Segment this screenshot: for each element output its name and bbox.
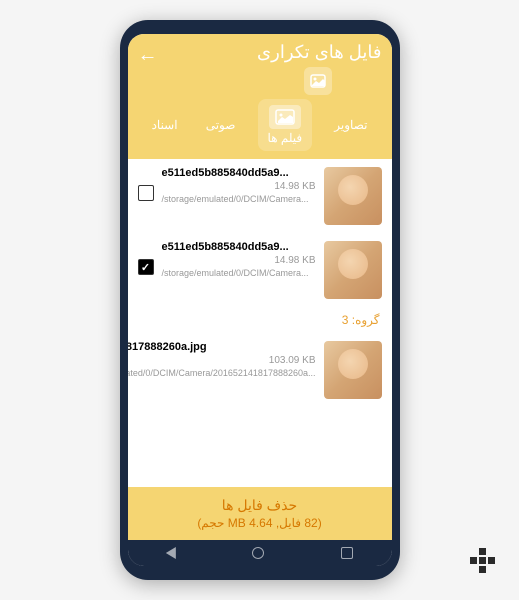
file-info: e511ed5b885840dd5a9... 14.98 KB /storage…: [162, 241, 316, 280]
tab-audio[interactable]: صوتی: [200, 114, 242, 136]
file-list[interactable]: e511ed5b885840dd5a9... 14.98 KB /storage…: [128, 159, 392, 487]
category-tabs: تصاویر فیلم ها صوتی اسناد: [138, 95, 382, 159]
file-name: e511ed5b885840dd5a9...: [162, 241, 316, 253]
tab-documents[interactable]: اسناد: [146, 114, 184, 136]
file-checkbox[interactable]: [138, 185, 154, 201]
tab-label: صوتی: [206, 118, 236, 132]
android-nav-bar: [128, 540, 392, 566]
video-icon: [269, 105, 301, 129]
gallery-icon: [304, 67, 332, 95]
delete-footer[interactable]: حذف فایل ها (82 فایل, MB 4.64 حجم): [128, 487, 392, 540]
group-label: گروه: 3: [128, 307, 392, 333]
file-path: /storage/emulated/0/DCIM/Camera...: [162, 194, 316, 206]
file-size: 103.09 KB: [128, 355, 316, 366]
app-header: ← فایل های تکراری تصاویر فیلم ها صوتی: [128, 34, 392, 159]
file-size: 14.98 KB: [162, 181, 316, 192]
nav-back-icon[interactable]: [166, 547, 176, 559]
tab-videos[interactable]: فیلم ها: [258, 99, 313, 151]
file-size: 14.98 KB: [162, 255, 316, 266]
brand-logo: [459, 540, 499, 580]
tab-label: تصاویر: [334, 118, 367, 132]
tab-label: اسناد: [152, 118, 178, 132]
delete-summary: (82 فایل, MB 4.64 حجم): [138, 516, 382, 530]
file-name: 20165214181788826­0a.jpg: [128, 341, 316, 353]
tab-images[interactable]: تصاویر: [328, 114, 373, 136]
file-info: e511ed5b885840dd5a9... 14.98 KB /storage…: [162, 167, 316, 206]
file-checkbox[interactable]: [138, 259, 154, 275]
file-item[interactable]: e511ed5b885840dd5a9... 14.98 KB /storage…: [128, 159, 392, 233]
delete-button-label: حذف فایل ها: [138, 497, 382, 514]
file-thumbnail: [324, 341, 382, 399]
page-title: فایل های تکراری: [257, 42, 381, 63]
back-icon[interactable]: ←: [138, 44, 158, 67]
file-thumbnail: [324, 241, 382, 299]
phone-screen: ← فایل های تکراری تصاویر فیلم ها صوتی: [128, 34, 392, 566]
file-path: /storage/emulated/0/DCIM/Camera/20165214…: [128, 368, 316, 380]
file-name: e511ed5b885840dd5a9...: [162, 167, 316, 179]
phone-frame: ← فایل های تکراری تصاویر فیلم ها صوتی: [120, 20, 400, 580]
file-info: 20165214181788826­0a.jpg 103.09 KB /stor…: [128, 341, 316, 380]
file-path: /storage/emulated/0/DCIM/Camera...: [162, 268, 316, 280]
file-thumbnail: [324, 167, 382, 225]
file-item[interactable]: 20165214181788826­0a.jpg 103.09 KB /stor…: [128, 333, 392, 407]
nav-recent-icon[interactable]: [341, 547, 353, 559]
tab-label: فیلم ها: [268, 131, 303, 145]
file-item[interactable]: e511ed5b885840dd5a9... 14.98 KB /storage…: [128, 233, 392, 307]
nav-home-icon[interactable]: [252, 547, 264, 559]
